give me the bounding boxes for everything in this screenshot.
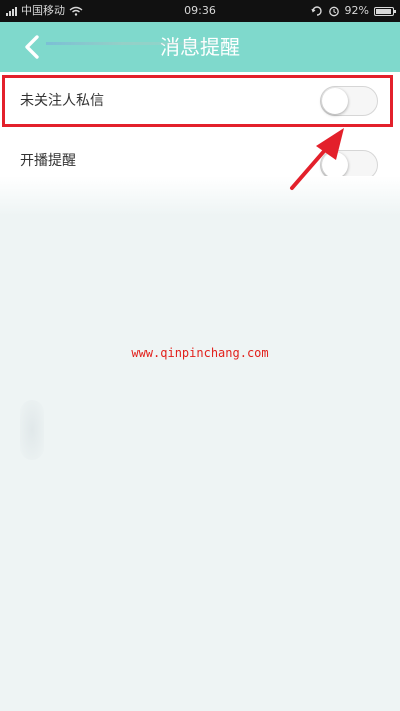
setting-label: 未关注人私信 [20, 93, 104, 109]
live-reminder-toggle[interactable] [320, 150, 378, 180]
setting-row-live-reminder: 开播提醒 [0, 130, 400, 206]
signal-icon [6, 6, 17, 16]
toggle-knob [322, 88, 348, 114]
setting-label: 开播提醒 [20, 153, 76, 169]
watermark-text: www.qinpinchang.com [131, 346, 269, 360]
alarm-icon [328, 6, 339, 17]
sync-icon [310, 6, 322, 16]
status-right: 92% [310, 0, 396, 22]
unfollowed-messages-toggle[interactable] [320, 86, 378, 116]
battery-level [376, 8, 391, 14]
page-title: 消息提醒 [160, 35, 240, 59]
smudge [20, 400, 44, 460]
carrier-label: 中国移动 [21, 4, 65, 17]
back-button[interactable] [18, 32, 48, 62]
battery-percent: 92% [344, 4, 369, 17]
status-left: 中国移动 [6, 0, 83, 22]
chevron-left-icon [25, 35, 39, 59]
status-bar: 中国移动 09:36 92% [0, 0, 400, 22]
title-bar: 消息提醒 [0, 22, 400, 72]
setting-row-unfollowed-messages: 未关注人私信 [0, 72, 400, 130]
wifi-icon [69, 6, 83, 16]
battery-icon [374, 6, 396, 16]
toggle-knob [322, 152, 348, 178]
